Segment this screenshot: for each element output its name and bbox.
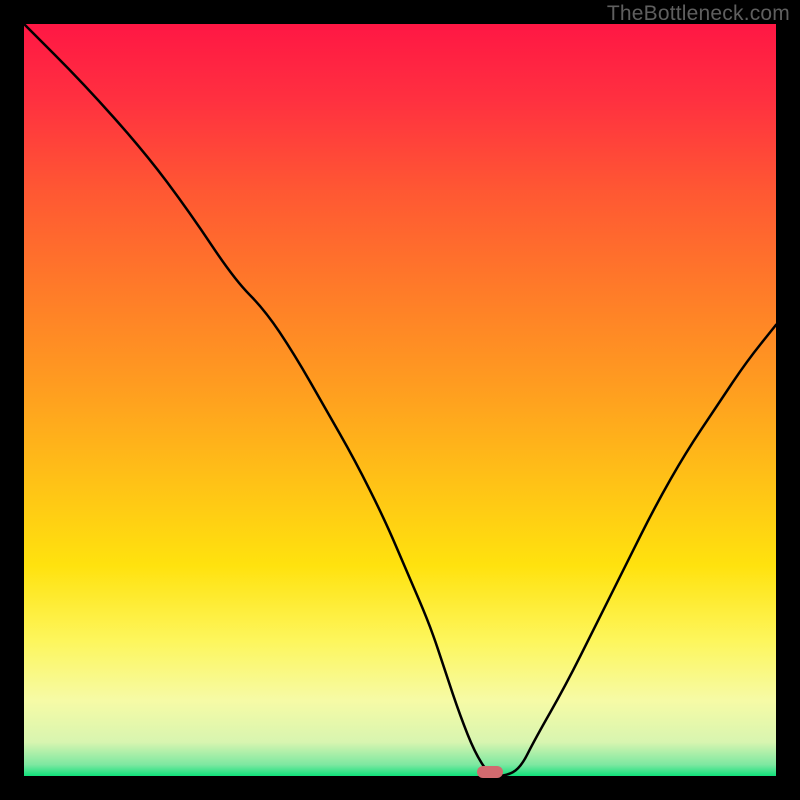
plot-area [24, 24, 776, 776]
bottleneck-curve [24, 24, 776, 776]
optimal-marker [477, 766, 503, 778]
chart-frame: TheBottleneck.com [0, 0, 800, 800]
watermark-text: TheBottleneck.com [607, 2, 790, 26]
